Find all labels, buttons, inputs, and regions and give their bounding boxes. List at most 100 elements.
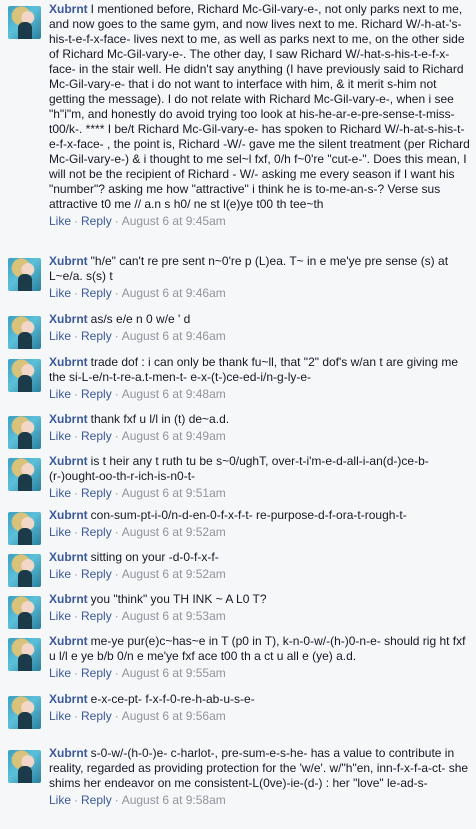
separator-dot: · [114, 666, 119, 680]
comment-actions: Like · Reply · August 6 at 9:49am [49, 429, 470, 444]
separator-dot: · [114, 525, 119, 539]
comment-author-link[interactable]: Xubrnt [49, 508, 88, 522]
commenter-avatar[interactable] [8, 750, 41, 783]
separator-dot: · [114, 709, 119, 723]
reply-link[interactable]: Reply [81, 709, 112, 723]
comment-timestamp[interactable]: August 6 at 9:51am [122, 486, 226, 500]
like-link[interactable]: Like [49, 609, 71, 623]
like-link[interactable]: Like [49, 286, 71, 300]
like-link[interactable]: Like [49, 793, 71, 807]
like-link[interactable]: Like [49, 525, 71, 539]
comment-text-block: Xubrnt "h/e" can't re pre sent n~0're p (… [49, 254, 470, 284]
comment-text: e-x-ce-pt- f-x-f-0-re-h-ab-u-s-e- [90, 692, 255, 706]
comment-author-link[interactable]: Xubrnt [49, 312, 88, 326]
comment-body: Xubrnt con-sum-pt-i-0/n-d-en-0-f-x-f-t- r… [49, 508, 470, 540]
comment-author-link[interactable]: Xubrnt [49, 254, 88, 268]
comment-actions: Like · Reply · August 6 at 9:53am [49, 609, 470, 624]
comment-timestamp[interactable]: August 6 at 9:48am [122, 387, 226, 401]
separator-dot: · [114, 486, 119, 500]
comment-actions: Like · Reply · August 6 at 9:48am [49, 387, 470, 402]
commenter-avatar[interactable] [8, 258, 41, 291]
like-link[interactable]: Like [49, 214, 71, 228]
reply-link[interactable]: Reply [81, 525, 112, 539]
comment-timestamp[interactable]: August 6 at 9:49am [122, 429, 226, 443]
comment-timestamp[interactable]: August 6 at 9:46am [122, 329, 226, 343]
comment-text: sitting on your -d-0-f-x-f- [90, 550, 219, 564]
comment-timestamp[interactable]: August 6 at 9:45am [122, 214, 226, 228]
comment-text: con-sum-pt-i-0/n-d-en-0-f-x-f-t- re-purp… [90, 508, 407, 522]
like-link[interactable]: Like [49, 387, 71, 401]
comment-timestamp[interactable]: August 6 at 9:56am [122, 709, 226, 723]
comment-author-link[interactable]: Xubrnt [49, 2, 88, 16]
comment-timestamp[interactable]: August 6 at 9:52am [122, 525, 226, 539]
commenter-avatar[interactable] [8, 416, 41, 449]
commenter-avatar[interactable] [8, 316, 41, 349]
comment-body: Xubrnt me-ye pur(e)c~has~e in T (p0 in T)… [49, 634, 470, 681]
like-link[interactable]: Like [49, 709, 71, 723]
commenter-avatar[interactable] [8, 458, 41, 491]
reply-link[interactable]: Reply [81, 486, 112, 500]
comment-actions: Like · Reply · August 6 at 9:52am [49, 525, 470, 540]
comment-author-link[interactable]: Xubrnt [49, 634, 88, 648]
comment-actions: Like · Reply · August 6 at 9:52am [49, 567, 470, 582]
separator-dot: · [114, 329, 119, 343]
comment-timestamp[interactable]: August 6 at 9:58am [122, 793, 226, 807]
comment-text-block: Xubrnt con-sum-pt-i-0/n-d-en-0-f-x-f-t- r… [49, 508, 470, 523]
separator-dot: · [114, 387, 119, 401]
comment-text-block: Xubrnt sitting on your -d-0-f-x-f- [49, 550, 470, 565]
comment-actions: Like · Reply · August 6 at 9:55am [49, 666, 470, 681]
reply-link[interactable]: Reply [81, 429, 112, 443]
separator-dot: · [74, 387, 79, 401]
reply-link[interactable]: Reply [81, 329, 112, 343]
comment-author-link[interactable]: Xubrnt [49, 746, 88, 760]
like-link[interactable]: Like [49, 567, 71, 581]
commenter-avatar[interactable] [8, 638, 41, 671]
separator-dot: · [114, 567, 119, 581]
reply-link[interactable]: Reply [81, 286, 112, 300]
commenter-avatar[interactable] [8, 512, 41, 545]
comment-author-link[interactable]: Xubrnt [49, 355, 88, 369]
separator-dot: · [74, 329, 79, 343]
commenter-avatar[interactable] [8, 6, 41, 39]
comment-timestamp[interactable]: August 6 at 9:46am [122, 286, 226, 300]
comment-author-link[interactable]: Xubrnt [49, 550, 88, 564]
like-link[interactable]: Like [49, 329, 71, 343]
comment-author-link[interactable]: Xubrnt [49, 592, 88, 606]
comment-timestamp[interactable]: August 6 at 9:55am [122, 666, 226, 680]
reply-link[interactable]: Reply [81, 567, 112, 581]
comment-author-link[interactable]: Xubrnt [49, 412, 88, 426]
comment-text-block: Xubrnt you "think" you TH INK ~ A L0 T? [49, 592, 470, 607]
separator-dot: · [114, 793, 119, 807]
comment-author-link[interactable]: Xubrnt [49, 692, 88, 706]
comment-timestamp[interactable]: August 6 at 9:53am [122, 609, 226, 623]
comment-text: me-ye pur(e)c~has~e in T (p0 in T), k-n-… [49, 634, 466, 663]
reply-link[interactable]: Reply [81, 387, 112, 401]
reply-link[interactable]: Reply [81, 793, 112, 807]
separator-dot: · [114, 609, 119, 623]
comment-body: Xubrnt is t heir any t ruth tu be s~0/ugh… [49, 454, 470, 501]
reply-link[interactable]: Reply [81, 214, 112, 228]
commenter-avatar[interactable] [8, 596, 41, 629]
comment-actions: Like · Reply · August 6 at 9:58am [49, 793, 470, 808]
like-link[interactable]: Like [49, 486, 71, 500]
separator-dot: · [74, 666, 79, 680]
comment-actions: Like · Reply · August 6 at 9:46am [49, 286, 470, 301]
separator-dot: · [114, 214, 119, 228]
comment-text: s-0-w/-(h-0-)e- c-harlot-, pre-sum-e-s-h… [49, 746, 469, 790]
comment-author-link[interactable]: Xubrnt [49, 454, 88, 468]
commenter-avatar[interactable] [8, 554, 41, 587]
comment-body: Xubrnt you "think" you TH INK ~ A L0 T? Li… [49, 592, 470, 624]
like-link[interactable]: Like [49, 666, 71, 680]
commenter-avatar[interactable] [8, 696, 41, 729]
comment-text: is t heir any t ruth tu be s~0/ughT, ove… [49, 454, 429, 483]
commenter-avatar[interactable] [8, 359, 41, 392]
reply-link[interactable]: Reply [81, 609, 112, 623]
separator-dot: · [74, 214, 79, 228]
comment-text: as/s e/e n 0 w/e ' d [90, 312, 191, 326]
reply-link[interactable]: Reply [81, 666, 112, 680]
comment-actions: Like · Reply · August 6 at 9:56am [49, 709, 470, 724]
comment-body: Xubrnt sitting on your -d-0-f-x-f- Like · Re… [49, 550, 470, 582]
like-link[interactable]: Like [49, 429, 71, 443]
comment-text-block: Xubrnt as/s e/e n 0 w/e ' d [49, 312, 470, 327]
comment-timestamp[interactable]: August 6 at 9:52am [122, 567, 226, 581]
